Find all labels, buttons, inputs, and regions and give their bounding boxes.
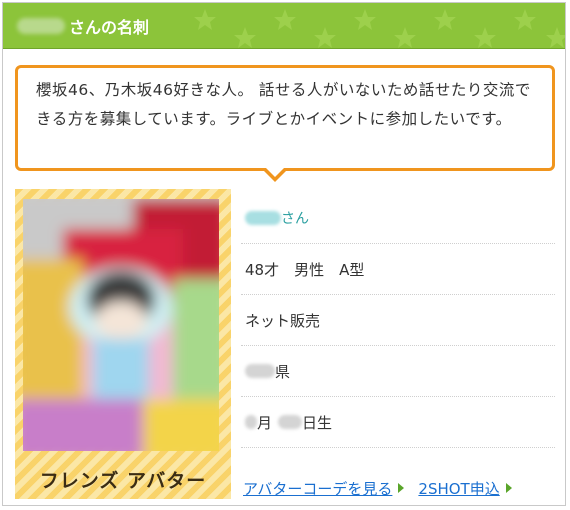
chevron-right-icon: [505, 483, 512, 493]
profile-location-row: 県: [241, 346, 555, 397]
profile-card: さんの名刺 櫻坂46、乃木坂46好きな人。 話せる人がいないため話せたり交流でき…: [2, 2, 566, 506]
chevron-right-icon: [398, 483, 405, 493]
redacted-day: [278, 415, 303, 429]
profile-demographics: 48才 男性 A型: [245, 260, 365, 279]
avatar-illustration: [23, 199, 219, 451]
profile-occupation-row: ネット販売: [241, 295, 555, 346]
redacted-month: [245, 415, 257, 429]
avatar-coordinate-link[interactable]: アバターコーデを見る: [243, 478, 392, 499]
profile-name-row: さん: [241, 193, 555, 244]
redacted-prefecture: [245, 364, 275, 378]
redacted-username: [17, 18, 65, 34]
birthday-day-suffix: 日生: [302, 413, 333, 432]
bio-speech-bubble: 櫻坂46、乃木坂46好きな人。 話せる人がいないため話せたり交流できる方を募集し…: [15, 65, 555, 171]
card-header: さんの名刺: [3, 3, 565, 49]
redacted-name: [245, 211, 281, 225]
profile-birthday-row: 月 日生: [241, 397, 555, 448]
profile-name-suffix: さん: [281, 211, 309, 227]
star-pattern: [194, 9, 565, 48]
profile-demographics-row: 48才 男性 A型: [241, 244, 555, 295]
profile-info: さん 48才 男性 A型 ネット販売 県 月 日生: [241, 193, 555, 448]
avatar-label: フレンズ アバター: [39, 469, 207, 492]
card-title-label: さんの名刺: [69, 18, 150, 37]
profile-occupation: ネット販売: [245, 311, 321, 330]
birthday-month-suffix: 月: [257, 413, 273, 432]
bio-text: 櫻坂46、乃木坂46好きな人。 話せる人がいないため話せたり交流できる方を募集し…: [36, 81, 531, 128]
profile-actions: アバターコーデを見る 2SHOT申込: [243, 475, 563, 501]
avatar-coordinate-label: アバターコーデを見る: [243, 479, 393, 498]
bubble-tail-inner: [265, 167, 285, 177]
twoshot-apply-link[interactable]: 2SHOT申込: [418, 478, 499, 499]
twoshot-apply-label: 2SHOT申込: [418, 479, 500, 498]
profile-prefecture-suffix: 県: [275, 362, 291, 381]
card-title: さんの名刺: [17, 13, 149, 39]
avatar-image[interactable]: [23, 199, 219, 451]
